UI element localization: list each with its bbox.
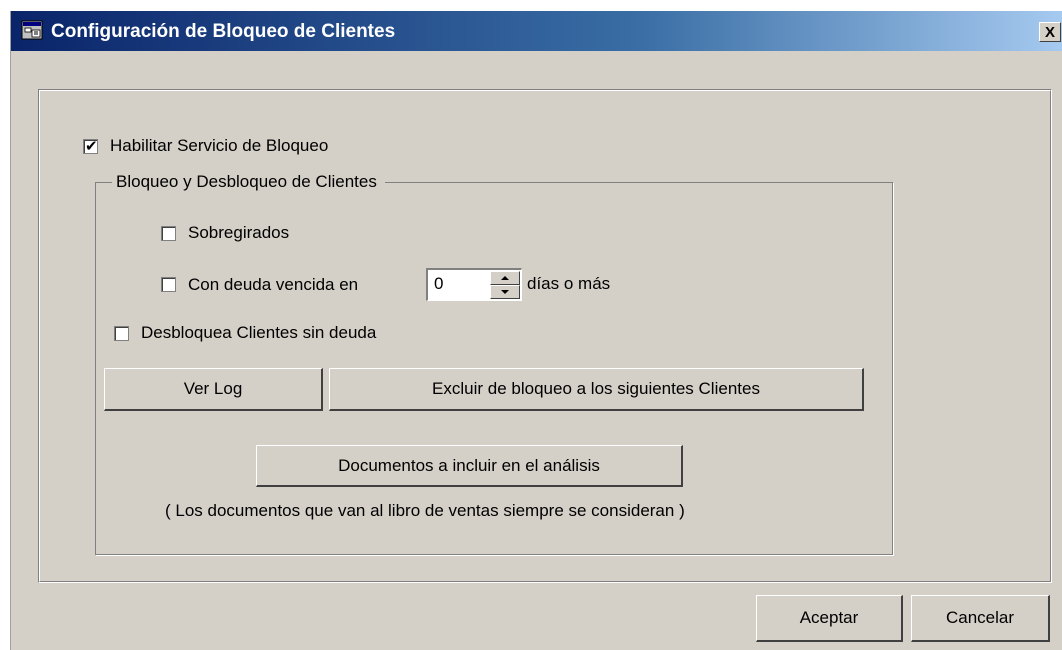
overdrawn-checkbox[interactable] bbox=[161, 225, 176, 241]
overdrawn-label: Sobregirados bbox=[188, 223, 290, 242]
cancel-label: Cancelar bbox=[945, 608, 1015, 627]
overdue-days-spinner[interactable]: 0 bbox=[426, 268, 522, 301]
accept-button[interactable]: Aceptar bbox=[756, 595, 903, 642]
enable-service-checkbox-row[interactable]: ✔ Habilitar Servicio de Bloqueo bbox=[83, 136, 328, 156]
enable-service-label: Habilitar Servicio de Bloqueo bbox=[110, 136, 329, 155]
accept-label: Aceptar bbox=[799, 608, 859, 627]
days-suffix-label: días o más bbox=[527, 274, 611, 293]
title-bar[interactable]: Configuración de Bloqueo de Clientes X bbox=[11, 11, 1062, 51]
exclude-clients-label: Excluir de bloqueo a los siguientes Clie… bbox=[432, 379, 760, 398]
documents-note: ( Los documentos que van al libro de ven… bbox=[165, 501, 685, 520]
unblock-no-debt-checkbox[interactable] bbox=[114, 325, 129, 341]
unblock-no-debt-checkbox-row[interactable]: Desbloquea Clientes sin deuda bbox=[114, 323, 376, 343]
spin-down-button[interactable] bbox=[490, 285, 520, 299]
checkmark-icon: ✔ bbox=[85, 137, 98, 155]
spinner-buttons bbox=[490, 271, 520, 299]
cancel-button[interactable]: Cancelar bbox=[911, 595, 1050, 642]
spin-up-button[interactable] bbox=[490, 271, 520, 285]
view-log-button[interactable]: Ver Log bbox=[104, 368, 323, 411]
overdue-debt-label: Con deuda vencida en bbox=[188, 274, 359, 294]
dialog-window: Configuración de Bloqueo de Clientes X ✔… bbox=[10, 11, 1062, 650]
arrow-up-icon bbox=[501, 276, 509, 280]
overdue-debt-checkbox[interactable] bbox=[161, 277, 176, 292]
close-icon: X bbox=[1044, 23, 1055, 41]
overdue-days-value[interactable]: 0 bbox=[434, 274, 443, 294]
documents-label: Documentos a incluir en el análisis bbox=[338, 455, 600, 475]
documents-button[interactable]: Documentos a incluir en el análisis bbox=[256, 445, 683, 487]
overdue-debt-checkbox-row[interactable]: Con deuda vencida en bbox=[161, 268, 358, 301]
enable-service-checkbox[interactable]: ✔ bbox=[83, 137, 98, 155]
unblock-no-debt-label: Desbloquea Clientes sin deuda bbox=[141, 323, 377, 342]
close-button[interactable]: X bbox=[1039, 22, 1061, 42]
overdrawn-checkbox-row[interactable]: Sobregirados bbox=[161, 223, 289, 243]
arrow-down-icon bbox=[501, 290, 509, 294]
window-title: Configuración de Bloqueo de Clientes bbox=[51, 21, 396, 42]
groupbox-legend: Bloqueo y Desbloqueo de Clientes bbox=[112, 172, 385, 192]
exclude-clients-button[interactable]: Excluir de bloqueo a los siguientes Clie… bbox=[329, 368, 864, 411]
app-window-icon bbox=[21, 20, 43, 40]
view-log-label: Ver Log bbox=[183, 379, 243, 398]
